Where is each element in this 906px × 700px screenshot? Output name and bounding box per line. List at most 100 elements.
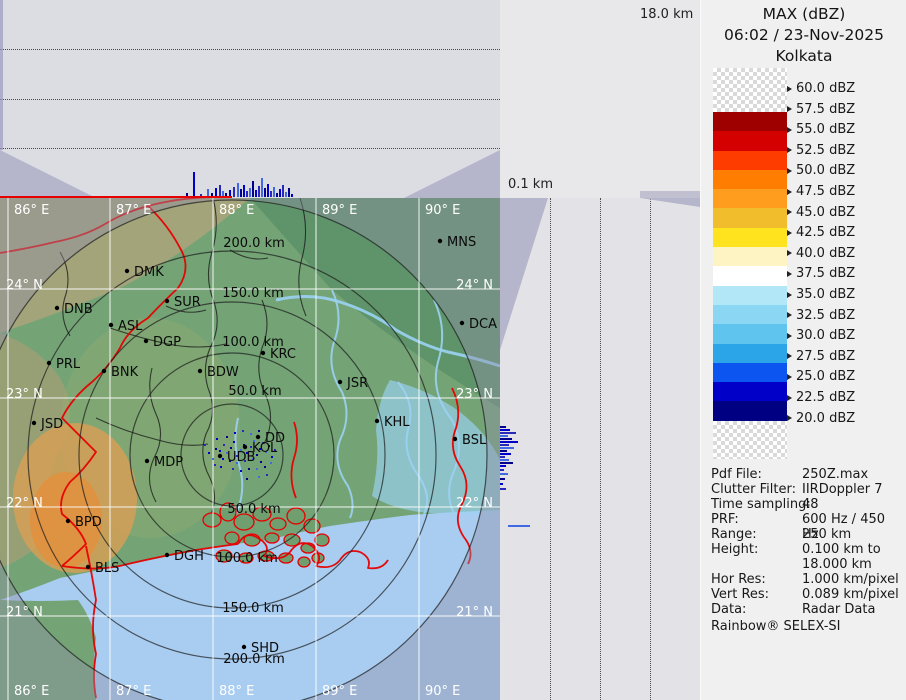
scale-cell bbox=[713, 382, 787, 401]
radar-echo bbox=[220, 466, 222, 468]
range-ring-label: 50.0 km bbox=[227, 502, 280, 517]
city-label: ASL bbox=[118, 319, 143, 334]
radar-echo bbox=[234, 432, 236, 434]
radar-echo bbox=[258, 476, 260, 478]
scale-tick-arrow-icon bbox=[787, 106, 792, 112]
scale-cell bbox=[713, 286, 787, 305]
metadata-value: 250Z.max bbox=[802, 467, 868, 482]
latitude-label: 21° N bbox=[456, 605, 493, 620]
echo-bar bbox=[500, 456, 505, 458]
city-dot bbox=[47, 361, 51, 365]
metadata-label: Data: bbox=[711, 602, 746, 617]
scale-label: 45.0 dBZ bbox=[787, 205, 855, 220]
radar-echo bbox=[266, 474, 268, 476]
scale-cell bbox=[713, 363, 787, 382]
radar-echo bbox=[271, 456, 273, 458]
height-gridline bbox=[550, 198, 551, 700]
city-dot bbox=[102, 369, 106, 373]
scale-label: 57.5 dBZ bbox=[787, 102, 855, 117]
radar-viewer: { "cross_sections": { "max_height_label"… bbox=[0, 0, 906, 700]
echo-bar bbox=[500, 450, 507, 452]
metadata-label: Pdf File: bbox=[711, 467, 762, 482]
echo-bar bbox=[285, 192, 287, 197]
city-dot bbox=[460, 321, 464, 325]
radar-echo bbox=[242, 430, 244, 432]
echo-bar bbox=[267, 184, 269, 197]
echo-bar bbox=[500, 435, 508, 437]
echo-bar bbox=[500, 469, 504, 471]
scale-tick-arrow-icon bbox=[787, 333, 792, 339]
metadata-row: Height:0.100 km to 18.000 km bbox=[711, 542, 903, 572]
delta-island bbox=[270, 518, 286, 530]
scale-cell bbox=[713, 247, 787, 266]
scale-tick-arrow-icon bbox=[787, 353, 792, 359]
delta-island bbox=[315, 534, 329, 546]
echo-bar bbox=[193, 172, 195, 197]
scale-cell bbox=[713, 170, 787, 189]
scale-tick-arrow-icon bbox=[787, 271, 792, 277]
city-dot bbox=[218, 454, 222, 458]
scale-cell-overflow-top bbox=[713, 68, 787, 112]
scale-cell bbox=[713, 131, 787, 150]
ew-cross-section-panel bbox=[500, 198, 700, 700]
latitude-label: 22° N bbox=[6, 496, 43, 511]
city-dot bbox=[145, 459, 149, 463]
scale-cell bbox=[713, 208, 787, 227]
echo-bar bbox=[240, 189, 242, 197]
city-dot bbox=[242, 645, 246, 649]
scale-label: 22.5 dBZ bbox=[787, 390, 855, 405]
echo-bar bbox=[264, 188, 266, 197]
scale-label: 50.0 dBZ bbox=[787, 163, 855, 178]
scale-cell bbox=[713, 401, 787, 420]
metadata-label: Hor Res: bbox=[711, 572, 766, 587]
echo-bar bbox=[233, 187, 235, 197]
city-label: DCA bbox=[469, 317, 497, 332]
metadata-value: 48 bbox=[802, 497, 819, 512]
echo-bar bbox=[500, 488, 506, 490]
ns-cross-section-panel bbox=[0, 0, 500, 198]
range-ring-label: 150.0 km bbox=[222, 286, 284, 301]
longitude-label: 86° E bbox=[14, 203, 49, 218]
radar-echo bbox=[248, 468, 250, 470]
color-scale bbox=[713, 68, 787, 459]
scale-tick-arrow-icon bbox=[787, 147, 792, 153]
city-dot bbox=[125, 269, 129, 273]
metadata-row: PRF:600 Hz / 450 Hz bbox=[711, 512, 903, 527]
echo-bar bbox=[500, 462, 513, 464]
height-gridline bbox=[0, 49, 500, 50]
scale-label: 37.5 dBZ bbox=[787, 266, 855, 281]
delta-island bbox=[203, 513, 221, 527]
longitude-label: 88° E bbox=[219, 203, 254, 218]
scale-tick-arrow-icon bbox=[787, 312, 792, 318]
echo-bar bbox=[258, 186, 260, 197]
scale-label: 32.5 dBZ bbox=[787, 308, 855, 323]
radar-echo bbox=[216, 438, 218, 440]
city-dot bbox=[453, 437, 457, 441]
scale-label: 52.5 dBZ bbox=[787, 143, 855, 158]
city-dot bbox=[198, 369, 202, 373]
range-dome-shade-top bbox=[500, 198, 548, 350]
echo-bar bbox=[288, 188, 290, 197]
metadata-row: Pdf File: 250Z.max bbox=[711, 467, 903, 482]
metadata-value: Radar Data bbox=[802, 602, 875, 617]
scale-cell bbox=[713, 189, 787, 208]
scale-cell bbox=[713, 112, 787, 131]
range-ring-label: 100.0 km bbox=[216, 551, 278, 566]
metadata-value: IIRDoppler 7 bbox=[802, 482, 883, 497]
radar-echo bbox=[208, 452, 210, 454]
metadata-list: Pdf File: 250Z.maxClutter Filter:IIRDoppl… bbox=[711, 467, 903, 617]
echo-bar bbox=[273, 187, 275, 197]
radar-echo bbox=[270, 462, 272, 464]
scale-cell-overflow-bottom bbox=[713, 421, 787, 459]
scale-label: 35.0 dBZ bbox=[787, 287, 855, 302]
city-label: KOL bbox=[252, 441, 278, 456]
latitude-label: 23° N bbox=[456, 387, 493, 402]
echo-bar bbox=[500, 426, 506, 428]
scale-tick-arrow-icon bbox=[787, 292, 792, 298]
latitude-label: 23° N bbox=[6, 387, 43, 402]
metadata-row: Clutter Filter:IIRDoppler 7 bbox=[711, 482, 903, 497]
radar-echo bbox=[223, 444, 225, 446]
longitude-label: 89° E bbox=[322, 684, 357, 699]
radar-echo bbox=[230, 447, 232, 449]
longitude-label: 89° E bbox=[322, 203, 357, 218]
